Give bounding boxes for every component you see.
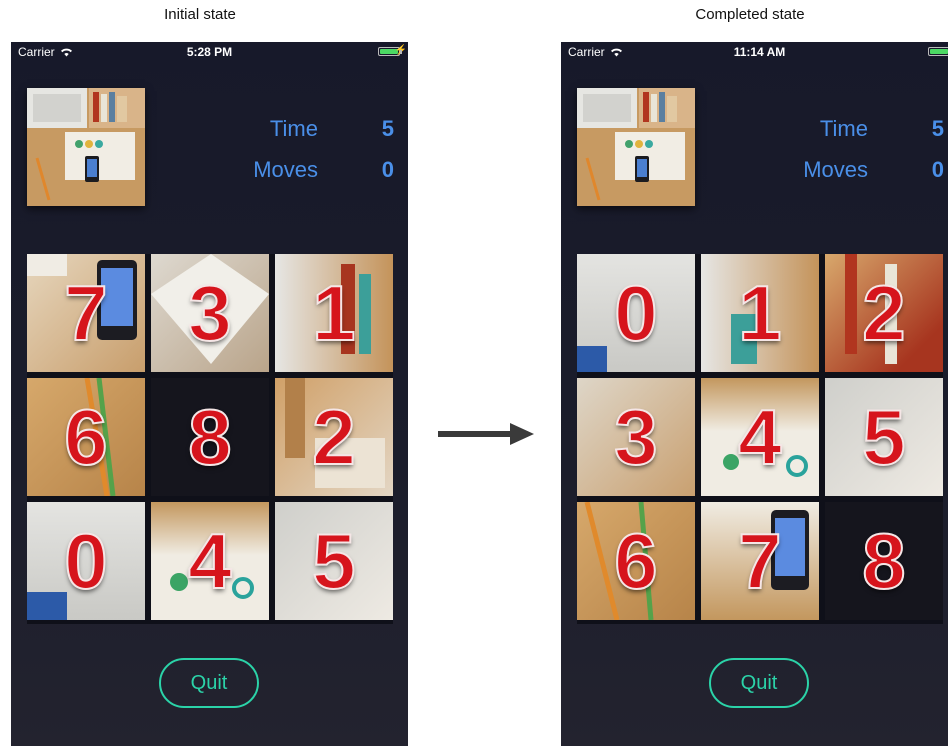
tile-number: 0 <box>613 269 658 357</box>
tile-number: 2 <box>861 269 906 357</box>
time-label: Time <box>269 116 318 141</box>
puzzle-board: 0 1 2 3 4 5 6 7 8 <box>577 254 943 624</box>
tile-number: 0 <box>63 517 108 605</box>
puzzle-tile[interactable]: 0 <box>27 502 145 620</box>
time-label: Time <box>819 116 868 141</box>
puzzle-tile[interactable]: 5 <box>275 502 393 620</box>
initial-state-caption: Initial state <box>164 6 236 23</box>
quit-button[interactable]: Quit <box>709 658 809 708</box>
moves-value: 0 <box>931 157 944 182</box>
tile-number: 8 <box>861 517 906 605</box>
tile-number: 3 <box>187 269 232 357</box>
tile-number: 1 <box>311 269 356 357</box>
puzzle-tile[interactable]: 0 <box>577 254 695 372</box>
puzzle-tile[interactable]: 6 <box>27 378 145 496</box>
moves-label: Moves <box>803 157 868 182</box>
puzzle-tile[interactable]: 2 <box>275 378 393 496</box>
puzzle-tile[interactable]: 7 <box>27 254 145 372</box>
puzzle-tile[interactable]: 3 <box>577 378 695 496</box>
puzzle-tile[interactable]: 3 <box>151 254 269 372</box>
tile-number: 5 <box>311 517 356 605</box>
target-image-thumbnail <box>577 88 695 206</box>
phone-completed: Carrier 11:14 AM Time 5 Moves 0 0 1 2 3 … <box>561 42 948 746</box>
battery-icon: ⚡ <box>378 45 407 56</box>
puzzle-tile[interactable]: 1 <box>275 254 393 372</box>
tile-number: 3 <box>613 393 658 481</box>
puzzle-tile[interactable]: 4 <box>701 378 819 496</box>
desk-photo-image <box>27 88 145 206</box>
tile-number: 4 <box>187 517 232 605</box>
status-clock: 5:28 PM <box>186 45 233 59</box>
tile-number: 7 <box>737 517 782 605</box>
moves-value: 0 <box>381 157 394 182</box>
tile-number: 4 <box>737 393 782 481</box>
puzzle-board: 7 3 1 6 8 2 0 4 5 <box>27 254 393 624</box>
empty-slot[interactable]: 8 <box>825 502 943 620</box>
time-value: 5 <box>931 116 944 141</box>
charging-icon: ⚡ <box>394 45 407 56</box>
puzzle-tile[interactable]: 6 <box>577 502 695 620</box>
tile-number: 7 <box>63 269 108 357</box>
tile-number: 2 <box>311 393 356 481</box>
puzzle-tile[interactable]: 2 <box>825 254 943 372</box>
puzzle-tile[interactable]: 1 <box>701 254 819 372</box>
desk-photo-image <box>577 88 695 206</box>
right-arrow-icon <box>438 423 534 445</box>
tile-number: 8 <box>187 393 232 481</box>
tile-number: 6 <box>63 393 108 481</box>
puzzle-tile[interactable]: 4 <box>151 502 269 620</box>
target-image-thumbnail <box>27 88 145 206</box>
puzzle-tile[interactable]: 5 <box>825 378 943 496</box>
battery-icon <box>928 47 948 56</box>
quit-button[interactable]: Quit <box>159 658 259 708</box>
moves-label: Moves <box>253 157 318 182</box>
tile-number: 5 <box>861 393 906 481</box>
time-value: 5 <box>381 116 394 141</box>
status-bar: Carrier 5:28 PM ⚡ <box>11 42 408 62</box>
status-bar: Carrier 11:14 AM <box>561 42 948 62</box>
tile-number: 1 <box>737 269 782 357</box>
completed-state-caption: Completed state <box>695 6 805 23</box>
tile-number: 6 <box>613 517 658 605</box>
status-clock: 11:14 AM <box>733 45 786 59</box>
phone-initial: Carrier 5:28 PM ⚡ Time 5 Moves 0 7 3 1 6… <box>11 42 408 746</box>
puzzle-tile[interactable]: 7 <box>701 502 819 620</box>
empty-slot[interactable]: 8 <box>151 378 269 496</box>
